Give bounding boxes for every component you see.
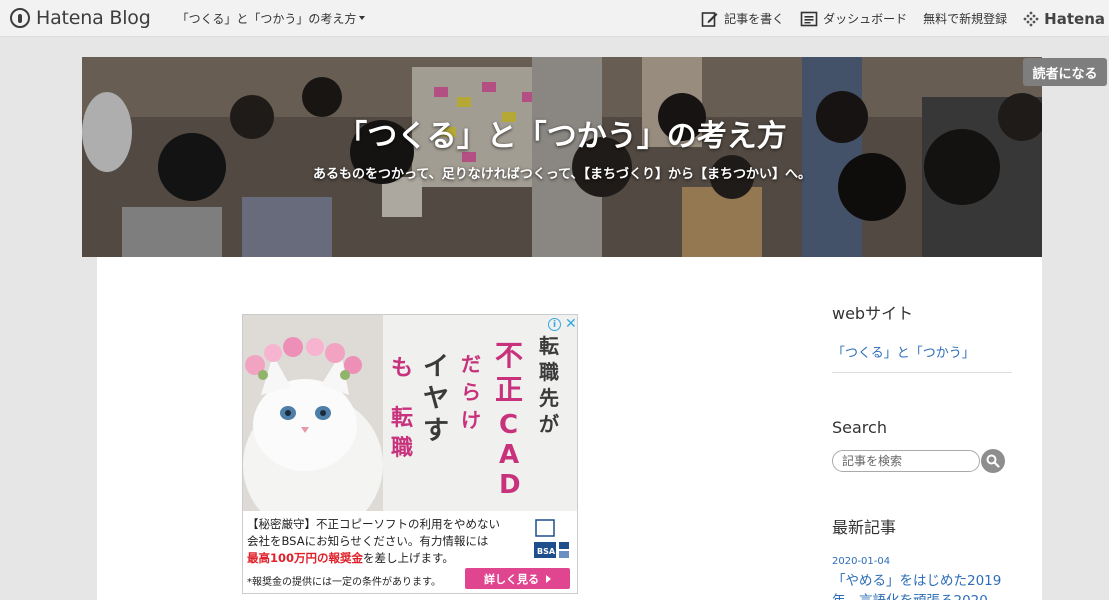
write-post-link[interactable]: 記事を書く xyxy=(701,10,784,28)
recent-posts-title: 最新記事 xyxy=(832,518,897,537)
ad-cta-button[interactable]: 詳しく見る xyxy=(465,568,570,589)
edit-icon xyxy=(701,11,718,27)
search-input[interactable] xyxy=(832,450,980,472)
signup-link[interactable]: 無料で新規登録 xyxy=(923,10,1007,27)
global-nav: 記事を書く ダッシュボード 無料で新規登録 Hatena xyxy=(701,0,1109,37)
svg-text:イ: イ xyxy=(423,352,449,382)
svg-text:け: け xyxy=(461,408,481,432)
blog-description: あるものをつかって、足りなければつくって、【まちづくり】から【まちつかい】へ。 xyxy=(313,167,811,182)
hatena-dots-icon xyxy=(1023,11,1039,26)
ad-close-icon[interactable]: ✕ xyxy=(565,316,577,332)
hatena-menu[interactable]: Hatena xyxy=(1023,10,1105,28)
dashboard-icon xyxy=(800,11,818,26)
svg-text:BSA: BSA xyxy=(537,547,556,556)
svg-text:先: 先 xyxy=(539,386,559,410)
blog-menu-label: 「つくる」と「つかう」の考え方 xyxy=(176,11,357,26)
svg-text:D: D xyxy=(499,470,521,500)
svg-text:す: す xyxy=(423,416,449,446)
write-post-label: 記事を書く xyxy=(724,12,785,26)
hatena-label: Hatena xyxy=(1044,9,1105,28)
header-photo xyxy=(82,57,1042,257)
blog-menu-dropdown[interactable]: 「つくる」と「つかう」の考え方 xyxy=(177,10,366,27)
blog-header: 「つくる」と「つかう」の考え方 あるものをつかって、足りなければつくって、【まち… xyxy=(82,57,1042,257)
svg-text:ヤ: ヤ xyxy=(423,384,449,414)
ad-text-line2: 会社をBSAにお知らせください。有力情報には xyxy=(247,534,489,548)
svg-text:転: 転 xyxy=(391,405,413,431)
brand-name: Hatena Blog xyxy=(36,7,151,29)
svg-text:職: 職 xyxy=(391,435,413,461)
svg-text:不: 不 xyxy=(495,339,523,372)
recent-post-date: 2020-01-04 xyxy=(832,556,891,567)
ad-body-text: 【秘密厳守】不正コピーソフトの利用をやめない 会社をBSAにお知らせください。有… xyxy=(247,516,527,567)
search-button[interactable] xyxy=(981,449,1005,473)
ad-artwork: も 転 職 イ ヤ す だ ら け 不 正 C A D 転 職 先 が xyxy=(243,315,577,511)
svg-text:A: A xyxy=(499,440,519,470)
ad-text-line1: 【秘密厳守】不正コピーソフトの利用をやめない xyxy=(247,517,500,531)
website-link[interactable]: 「つくる」と「つかう」 xyxy=(832,342,1012,373)
blog-title[interactable]: 「つくる」と「つかう」の考え方 xyxy=(82,111,1042,155)
hatena-blog-icon xyxy=(10,8,30,28)
svg-text:正: 正 xyxy=(495,373,523,406)
global-header: Hatena Blog 「つくる」と「つかう」の考え方 記事を書く ダッシュボー… xyxy=(0,0,1109,37)
search-icon xyxy=(986,454,1000,468)
svg-text:ら: ら xyxy=(461,380,481,404)
dashboard-link[interactable]: ダッシュボード xyxy=(800,10,907,28)
website-module-title: webサイト xyxy=(832,304,914,323)
hatena-blog-logo[interactable]: Hatena Blog xyxy=(10,7,151,29)
ad-note: *報奨金の提供には一定の条件があります。 xyxy=(247,577,441,588)
ad-text-line3: を差し上げます。 xyxy=(363,551,454,565)
ad-text-highlight: 最高100万円の報奨金 xyxy=(247,551,364,565)
svg-text:転: 転 xyxy=(539,334,559,358)
svg-text:だ: だ xyxy=(461,352,481,376)
svg-text:も: も xyxy=(391,356,413,381)
dashboard-label: ダッシュボード xyxy=(823,12,908,26)
ad-info-icon[interactable]: i xyxy=(548,318,561,331)
svg-text:が: が xyxy=(539,412,559,436)
bsa-logo: BSA xyxy=(534,519,569,558)
search-module-title: Search xyxy=(832,418,887,437)
svg-text:C: C xyxy=(499,410,518,440)
advertisement[interactable]: も 転 職 イ ヤ す だ ら け 不 正 C A D 転 職 先 が i ✕ … xyxy=(242,314,578,594)
caret-down-icon xyxy=(359,16,366,20)
signup-label: 無料で新規登録 xyxy=(923,12,1008,26)
svg-text:職: 職 xyxy=(539,360,559,384)
subscribe-button[interactable]: 読者になる xyxy=(1023,58,1107,86)
recent-post-link[interactable]: 「やめる」をはじめた2019年、言語化を頑張る2020 xyxy=(832,571,1012,600)
sidebar-website-module: webサイト 「つくる」と「つかう」 xyxy=(832,300,1012,373)
